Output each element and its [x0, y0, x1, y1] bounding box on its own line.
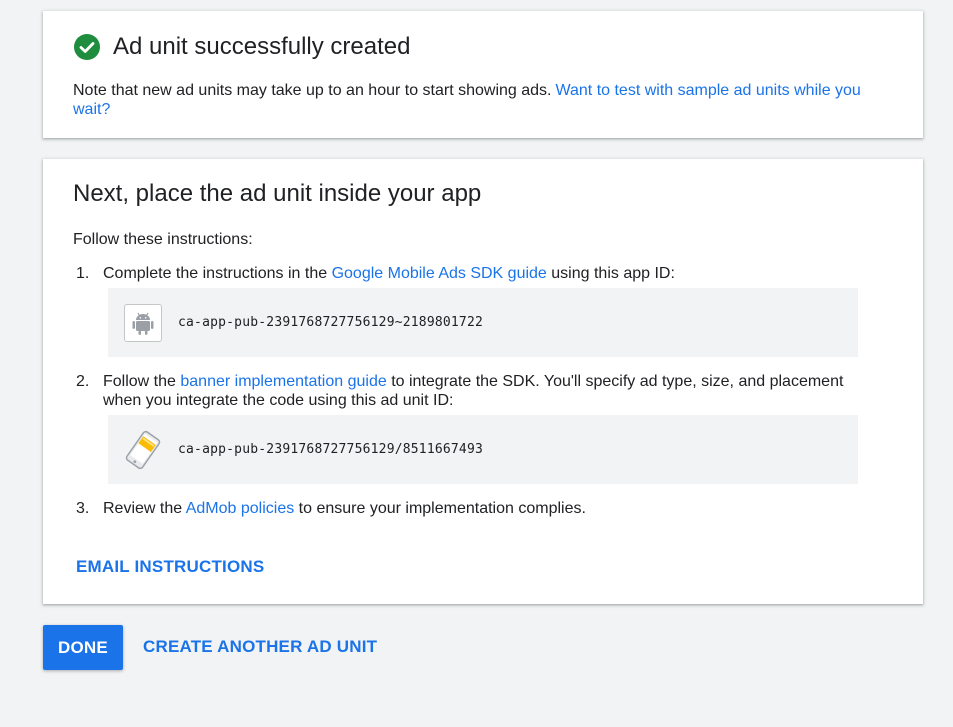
follow-instructions-label: Follow these instructions:	[73, 231, 253, 248]
check-circle-icon	[74, 34, 100, 60]
android-icon	[124, 303, 162, 342]
sdk-guide-link[interactable]: Google Mobile Ads SDK guide	[332, 265, 547, 282]
step-number: 3.	[76, 500, 90, 517]
note-text: Note that new ad units may take up to an…	[73, 81, 893, 119]
app-id-box: ca-app-pub-2391768727756129~2189801722	[108, 288, 858, 357]
app-id-value[interactable]: ca-app-pub-2391768727756129~2189801722	[178, 315, 483, 330]
banner-ad-unit-icon	[123, 430, 163, 470]
step-text: using this app ID:	[551, 265, 675, 282]
success-title: Ad unit successfully created	[113, 33, 411, 60]
next-steps-card: Next, place the ad unit inside your app …	[43, 159, 923, 604]
ad-unit-id-box: ca-app-pub-2391768727756129/8511667493	[108, 415, 858, 484]
note-message: Note that new ad units may take up to an…	[73, 82, 552, 99]
step-text: Complete the instructions in the	[103, 265, 328, 282]
banner-guide-link[interactable]: banner implementation guide	[180, 373, 386, 390]
done-button[interactable]: DONE	[43, 625, 123, 670]
step-text: Follow the	[103, 373, 176, 390]
step-text: Review the	[103, 500, 183, 517]
admob-policies-link[interactable]: AdMob policies	[186, 500, 295, 517]
step-3: 3. Review the AdMob policies to ensure y…	[73, 499, 873, 518]
step-1: 1. Complete the instructions in the Goog…	[73, 264, 873, 283]
step-2: 2. Follow the banner implementation guid…	[73, 372, 873, 410]
ad-unit-id-value[interactable]: ca-app-pub-2391768727756129/8511667493	[178, 442, 483, 457]
create-another-ad-unit-button[interactable]: CREATE ANOTHER AD UNIT	[143, 637, 377, 657]
email-instructions-button[interactable]: EMAIL INSTRUCTIONS	[76, 557, 264, 577]
step-number: 2.	[76, 373, 90, 390]
next-steps-title: Next, place the ad unit inside your app	[73, 180, 482, 207]
step-text: to ensure your implementation complies.	[298, 500, 586, 517]
success-header: Ad unit successfully created	[74, 32, 410, 62]
step-number: 1.	[76, 265, 90, 282]
success-card: Ad unit successfully created Note that n…	[43, 11, 923, 138]
